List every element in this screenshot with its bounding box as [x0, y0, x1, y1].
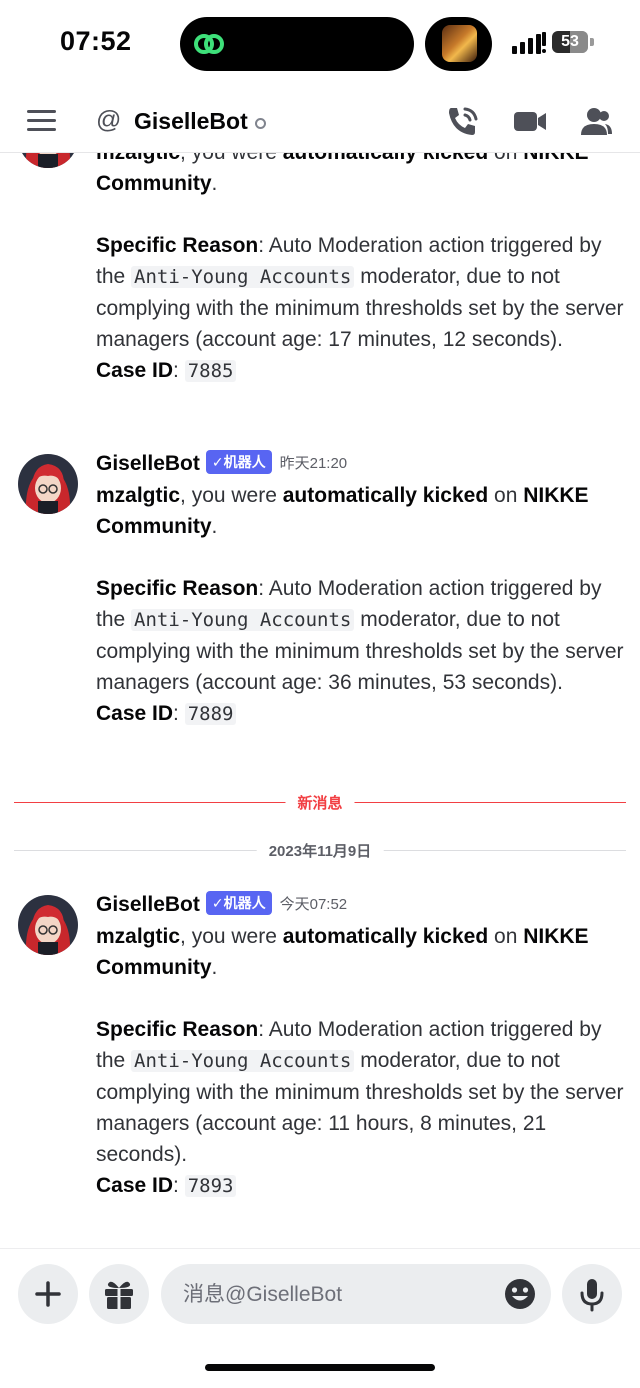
text-fragment: . [211, 172, 218, 195]
menu-icon[interactable] [27, 110, 56, 132]
case-label: Case ID [96, 702, 174, 725]
text-fragment: on [488, 925, 524, 948]
text-fragment: . [211, 515, 218, 538]
home-indicator[interactable] [205, 1364, 435, 1371]
emoji-icon[interactable] [503, 1277, 537, 1311]
case-label: Case ID [96, 359, 174, 382]
new-messages-label: 新消息 [285, 792, 355, 813]
text-fragment: : [173, 1174, 185, 1197]
message-header: GiselleBot ✓机器人 今天07:52 [96, 891, 347, 919]
case-line: Case ID: 7889 [96, 698, 626, 730]
mentioned-user: mzalgtic [96, 153, 180, 164]
text-fragment: . [211, 956, 218, 979]
message-list[interactable]: mzalgtic, you were automatically kicked … [0, 153, 640, 1248]
case-label: Case ID [96, 1174, 174, 1197]
reason-label: Specific Reason [96, 234, 259, 257]
app-link-icon [194, 34, 224, 54]
action-text: automatically kicked [283, 153, 488, 164]
avatar[interactable] [18, 153, 78, 168]
reason-paragraph: Specific Reason: Auto Moderation action … [96, 230, 626, 355]
message-input-box[interactable] [161, 1264, 551, 1324]
now-playing-thumbnail [442, 25, 477, 62]
case-id-code: 7889 [184, 703, 237, 725]
mentioned-user: mzalgtic [96, 484, 181, 507]
moderator-code: Anti-Young Accounts [131, 1050, 355, 1072]
message-content: mzalgtic, you were automatically kicked … [96, 921, 626, 1202]
phone-call-icon[interactable] [445, 104, 481, 138]
gift-button[interactable] [89, 1264, 149, 1324]
text-fragment: , you were [180, 925, 283, 948]
author-name[interactable]: GiselleBot [96, 893, 200, 916]
message-line: Community. [96, 168, 626, 199]
date-label: 2023年11月9日 [256, 840, 384, 861]
dm-header: @ GiselleBot [0, 90, 640, 153]
dm-title[interactable]: GiselleBot [134, 108, 248, 135]
text-fragment: , you were [180, 153, 283, 164]
server-name: NIKKE [523, 153, 588, 164]
text-fragment: : [173, 359, 185, 382]
moderator-code: Anti-Young Accounts [131, 266, 355, 288]
voice-message-button[interactable] [562, 1264, 622, 1324]
message-timestamp: 昨天21:20 [279, 455, 348, 472]
reason-label: Specific Reason [96, 1018, 259, 1041]
status-bar: 07:52 53 [0, 0, 640, 90]
battery-empty-part [570, 31, 588, 53]
reason-paragraph: Specific Reason: Auto Moderation action … [96, 1014, 626, 1170]
avatar[interactable] [18, 895, 78, 955]
status-dot-icon [255, 118, 266, 129]
case-id-code: 7893 [184, 1175, 237, 1197]
action-text: automatically kicked [282, 484, 489, 507]
message-input[interactable] [181, 1276, 485, 1314]
battery-cap [590, 38, 594, 46]
composer-bar [0, 1248, 640, 1388]
case-id-code: 7885 [184, 360, 237, 382]
plus-icon [35, 1281, 61, 1307]
case-line: Case ID: 7893 [96, 1170, 626, 1202]
microphone-icon [580, 1279, 604, 1312]
author-name[interactable]: GiselleBot [96, 452, 200, 475]
message-timestamp: 今天07:52 [279, 896, 348, 913]
avatar[interactable] [18, 454, 78, 514]
bot-badge: ✓机器人 [205, 891, 272, 915]
members-icon[interactable] [578, 104, 614, 138]
message-content: mzalgtic, you were automatically kicked … [96, 480, 626, 730]
reason-paragraph: Specific Reason: Auto Moderation action … [96, 573, 626, 698]
add-attachment-button[interactable] [18, 1264, 78, 1324]
text-fragment: , you were [180, 484, 283, 507]
at-icon: @ [96, 106, 122, 134]
action-text: automatically kicked [282, 925, 489, 948]
message-content: mzalgtic, you were automatically kicked … [96, 153, 626, 387]
bot-badge: ✓机器人 [205, 450, 272, 474]
moderator-code: Anti-Young Accounts [131, 609, 355, 631]
status-time: 07:52 [60, 26, 132, 56]
message-line: mzalgtic, you were automatically kicked … [96, 153, 626, 168]
reason-label: Specific Reason [96, 577, 259, 600]
date-divider: 2023年11月9日 [14, 840, 626, 861]
text-fragment: : [173, 702, 185, 725]
case-line: Case ID: 7885 [96, 355, 626, 387]
cellular-signal-icon [512, 32, 546, 54]
text-fragment: on [488, 153, 523, 164]
message-line: mzalgtic, you were automatically kicked … [96, 480, 626, 542]
new-messages-divider: 新消息 [14, 792, 626, 813]
server-name-cont: Community [96, 172, 212, 195]
text-fragment: on [488, 484, 524, 507]
gift-icon [105, 1281, 133, 1309]
message-line: mzalgtic, you were automatically kicked … [96, 921, 626, 983]
mentioned-user: mzalgtic [96, 925, 181, 948]
video-camera-icon[interactable] [512, 104, 548, 138]
message-header: GiselleBot ✓机器人 昨天21:20 [96, 450, 347, 478]
